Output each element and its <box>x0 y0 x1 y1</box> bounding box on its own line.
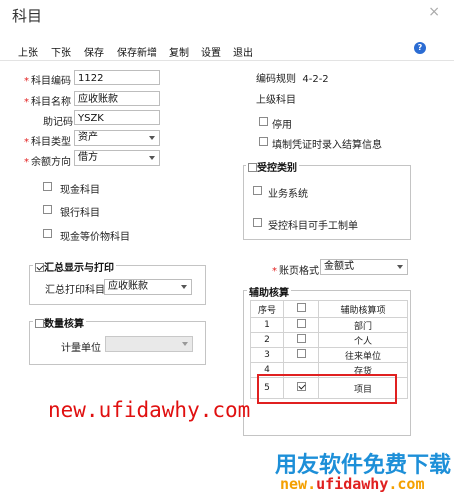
controlled-group-title: 受控类别 <box>246 159 299 174</box>
watermark-url: new.ufidawhy.com <box>48 398 251 422</box>
unit-label: 计量单位 <box>61 343 101 354</box>
settings-button[interactable]: 设置 <box>201 44 221 59</box>
code-label: * 科目编码 <box>24 76 71 87</box>
disable-label: 停用 <box>272 120 292 131</box>
table-row[interactable]: 2 个人 <box>250 332 408 348</box>
type-label: * 科目类型 <box>24 137 71 148</box>
summary-print-group-title: 汇总显示与打印 <box>33 259 116 274</box>
toolbar: 上张 下张 保存 保存新增 复制 设置 退出 <box>0 38 454 61</box>
window-title: 科目 <box>12 7 43 25</box>
mnemonic-field[interactable]: YSZK <box>74 110 160 125</box>
check-all-checkbox[interactable] <box>296 303 306 312</box>
bank-account-label: 银行科目 <box>60 208 100 219</box>
direction-label: * 余额方向 <box>24 157 71 168</box>
manual-voucher-label: 受控科目可手工制单 <box>268 221 358 232</box>
bank-account-checkbox[interactable] <box>43 205 52 214</box>
cash-equivalent-checkbox[interactable] <box>43 229 52 238</box>
voucher-settlement-label: 填制凭证时录入结算信息 <box>272 140 382 151</box>
row-check <box>283 317 319 333</box>
seq-header: 序号 <box>250 300 284 318</box>
row-checkbox[interactable] <box>296 334 306 343</box>
business-system-label: 业务系统 <box>268 189 308 200</box>
unit-select[interactable] <box>105 336 193 352</box>
row-item: 部门 <box>318 317 408 333</box>
table-row[interactable]: 3 往来单位 <box>250 347 408 363</box>
row-seq: 1 <box>250 317 284 333</box>
table-row[interactable]: 1 部门 <box>250 317 408 333</box>
row-item: 往来单位 <box>318 347 408 363</box>
row-checkbox[interactable] <box>296 319 306 328</box>
row-item: 个人 <box>318 332 408 348</box>
save-button[interactable]: 保存 <box>84 44 104 59</box>
name-label: * 科目名称 <box>24 97 71 108</box>
prev-button[interactable]: 上张 <box>18 44 38 59</box>
manual-voucher-checkbox[interactable] <box>253 218 262 227</box>
check-all-header <box>283 300 319 318</box>
next-button[interactable]: 下张 <box>51 44 71 59</box>
page-format-label: * 账页格式 <box>272 266 319 277</box>
chevron-down-icon <box>149 136 155 140</box>
quantity-checkbox[interactable] <box>35 319 44 328</box>
auxiliary-group-title: 辅助核算 <box>247 284 291 299</box>
type-select[interactable]: 资产 <box>74 130 160 146</box>
code-field[interactable]: 1122 <box>74 70 160 85</box>
close-icon[interactable]: × <box>428 4 440 20</box>
row-seq: 2 <box>250 332 284 348</box>
parent-account-label: 上级科目 <box>256 95 296 106</box>
cash-account-checkbox[interactable] <box>43 182 52 191</box>
page-format-select[interactable]: 金额式 <box>320 259 408 275</box>
voucher-settlement-checkbox[interactable] <box>259 137 268 146</box>
disable-checkbox[interactable] <box>259 117 268 126</box>
chevron-down-icon <box>181 285 187 289</box>
copy-button[interactable]: 复制 <box>169 44 189 59</box>
help-icon[interactable]: ? <box>414 42 426 54</box>
cash-equivalent-label: 现金等价物科目 <box>60 232 130 243</box>
controlled-checkbox[interactable] <box>248 163 257 172</box>
aux-item-header: 辅助核算项 <box>318 300 408 318</box>
business-system-checkbox[interactable] <box>253 186 262 195</box>
chevron-down-icon <box>182 342 188 346</box>
highlight-box <box>257 374 397 404</box>
exit-button[interactable]: 退出 <box>233 44 253 59</box>
cash-account-label: 现金科目 <box>60 185 100 196</box>
code-rule-label: 编码规则 4-2-2 <box>256 74 329 85</box>
chevron-down-icon <box>397 265 403 269</box>
summary-print-checkbox[interactable] <box>35 263 44 272</box>
row-checkbox[interactable] <box>296 349 306 358</box>
row-check <box>283 347 319 363</box>
save-new-button[interactable]: 保存新增 <box>117 44 157 59</box>
direction-select[interactable]: 借方 <box>74 150 160 166</box>
summary-print-label: 汇总打印科目 <box>45 285 105 296</box>
name-field[interactable]: 应收账款 <box>74 91 160 106</box>
row-check <box>283 332 319 348</box>
table-header-row: 序号 辅助核算项 <box>250 300 408 318</box>
chevron-down-icon <box>149 156 155 160</box>
watermark-brand-url: new.ufidawhy.com <box>280 475 425 493</box>
title-bar: 科目 × <box>0 0 454 30</box>
row-seq: 3 <box>250 347 284 363</box>
mnemonic-label: 助记码 <box>43 117 73 128</box>
quantity-group-title: 数量核算 <box>33 315 86 330</box>
summary-print-select[interactable]: 应收账款 <box>104 279 192 295</box>
